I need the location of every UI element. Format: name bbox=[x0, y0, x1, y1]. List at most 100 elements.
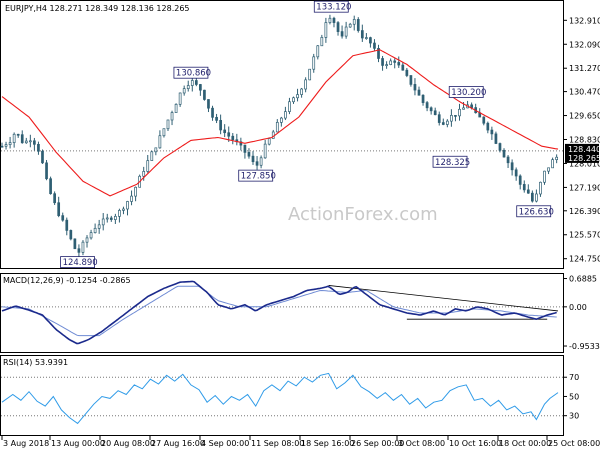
candle-body bbox=[284, 111, 287, 119]
candle-body bbox=[85, 237, 89, 243]
price-y-tick-label: 129.650 bbox=[569, 112, 600, 121]
candle-body bbox=[194, 80, 198, 85]
price-panel-frame bbox=[0, 0, 564, 269]
rsi-y-tick-label: 70 bbox=[569, 373, 579, 382]
candle-body bbox=[77, 248, 81, 253]
candle-body bbox=[53, 193, 56, 204]
price-panel-title: EURJPY,H4 128.271 128.349 128.136 128.26… bbox=[5, 4, 190, 13]
candle-body bbox=[409, 75, 413, 85]
rsi-y-axis: 70 50 30 bbox=[563, 373, 579, 421]
candle-body bbox=[28, 140, 32, 143]
candle-body bbox=[170, 112, 174, 121]
rsi-y-tick-label: 30 bbox=[569, 412, 579, 421]
candle-body bbox=[514, 169, 518, 177]
time-tick-label: 11 Sep 08:00 bbox=[251, 439, 304, 448]
macd-y-tick-label: 0.6885 bbox=[569, 275, 597, 284]
candle-body bbox=[441, 122, 445, 125]
candle-body bbox=[433, 110, 437, 116]
rsi-y-tick-label: 50 bbox=[569, 392, 579, 401]
candle-body bbox=[134, 186, 137, 197]
candle-body bbox=[263, 143, 267, 159]
candle-body bbox=[445, 120, 449, 125]
candle-body bbox=[288, 101, 291, 112]
time-tick-label: 3 Aug 2018 bbox=[3, 439, 49, 448]
candle-body bbox=[142, 171, 146, 177]
current-price-label: 128.440 bbox=[568, 145, 600, 154]
candle-body bbox=[494, 133, 498, 144]
candle-body bbox=[190, 80, 194, 86]
candle-body bbox=[462, 107, 465, 110]
candle-body bbox=[304, 79, 307, 90]
candle-body bbox=[130, 195, 133, 202]
candle-body bbox=[57, 202, 61, 216]
candle-body bbox=[97, 224, 101, 229]
candle-body bbox=[470, 104, 473, 108]
chart-root: EURJPY,H4 128.271 128.349 128.136 128.26… bbox=[0, 0, 600, 450]
candle-body bbox=[320, 37, 324, 47]
candle-body bbox=[73, 238, 77, 250]
current-price-label: 128.265 bbox=[568, 154, 600, 163]
candle-body bbox=[425, 102, 429, 109]
candle-body bbox=[16, 133, 20, 136]
time-tick-label: 26 Sep 00:00 bbox=[351, 439, 404, 448]
candle-body bbox=[0, 145, 4, 148]
price-y-tick-label: 125.570 bbox=[569, 231, 600, 240]
candle-body bbox=[482, 116, 486, 124]
time-tick-label: 25 Oct 08:00 bbox=[548, 439, 600, 448]
candle-body bbox=[251, 155, 255, 163]
candle-body bbox=[454, 115, 457, 117]
candle-body bbox=[267, 138, 271, 145]
candle-body bbox=[247, 152, 251, 157]
candle-body bbox=[275, 122, 279, 133]
candle-body bbox=[522, 184, 526, 191]
rsi-panel-title: RSI(14) 53.9391 bbox=[3, 358, 68, 367]
candle-body bbox=[555, 156, 559, 160]
price-y-axis: 132.910 132.090 131.270 130.470 129.650 128.8… bbox=[563, 16, 600, 264]
candle-body bbox=[37, 143, 40, 152]
candle-body bbox=[292, 97, 295, 103]
candle-body bbox=[109, 217, 113, 220]
candle-body bbox=[328, 17, 332, 23]
price-y-tick-label: 128.830 bbox=[569, 136, 600, 145]
candle-body bbox=[45, 162, 48, 180]
candle-body bbox=[300, 88, 303, 95]
candle-body bbox=[186, 85, 190, 89]
price-y-tick-label: 126.390 bbox=[569, 207, 600, 216]
annotation-label: 133.120 bbox=[316, 3, 351, 13]
price-y-tick-label: 132.090 bbox=[569, 40, 600, 49]
candle-body bbox=[539, 181, 542, 195]
candle-body bbox=[437, 114, 441, 123]
candle-body bbox=[450, 115, 453, 122]
candle-body bbox=[389, 60, 393, 65]
candle-body bbox=[259, 157, 263, 166]
candle-body bbox=[535, 193, 538, 202]
candle-body bbox=[12, 133, 16, 143]
candle-body bbox=[178, 92, 182, 105]
candle-body bbox=[531, 192, 534, 202]
time-tick-label: 27 Aug 16:00 bbox=[151, 439, 205, 448]
candle-body bbox=[65, 219, 69, 231]
candle-body bbox=[199, 84, 202, 91]
candle-body bbox=[316, 45, 320, 58]
annotation-label: 127.850 bbox=[241, 172, 276, 182]
candle-body bbox=[166, 119, 170, 130]
candle-body bbox=[365, 37, 368, 39]
candle-body bbox=[81, 241, 85, 253]
candle-body bbox=[114, 216, 117, 220]
candle-body bbox=[401, 64, 405, 71]
candle-body bbox=[20, 134, 24, 144]
annotation-label: 124.890 bbox=[63, 258, 98, 268]
candle-body bbox=[547, 167, 550, 172]
time-tick-label: 10 Oct 16:00 bbox=[449, 439, 501, 448]
candle-body bbox=[518, 175, 522, 185]
candle-body bbox=[4, 144, 8, 147]
candle-body bbox=[344, 26, 348, 37]
candle-body bbox=[41, 150, 44, 164]
candle-body bbox=[33, 140, 36, 145]
time-tick-label: 13 Aug 00:00 bbox=[51, 439, 105, 448]
candle-body bbox=[150, 151, 154, 161]
price-y-tick-label: 124.750 bbox=[569, 255, 600, 264]
rsi-panel: RSI(14) 53.9391 70 50 30 bbox=[0, 355, 579, 436]
candle-body bbox=[227, 132, 231, 137]
candle-body bbox=[207, 99, 210, 109]
